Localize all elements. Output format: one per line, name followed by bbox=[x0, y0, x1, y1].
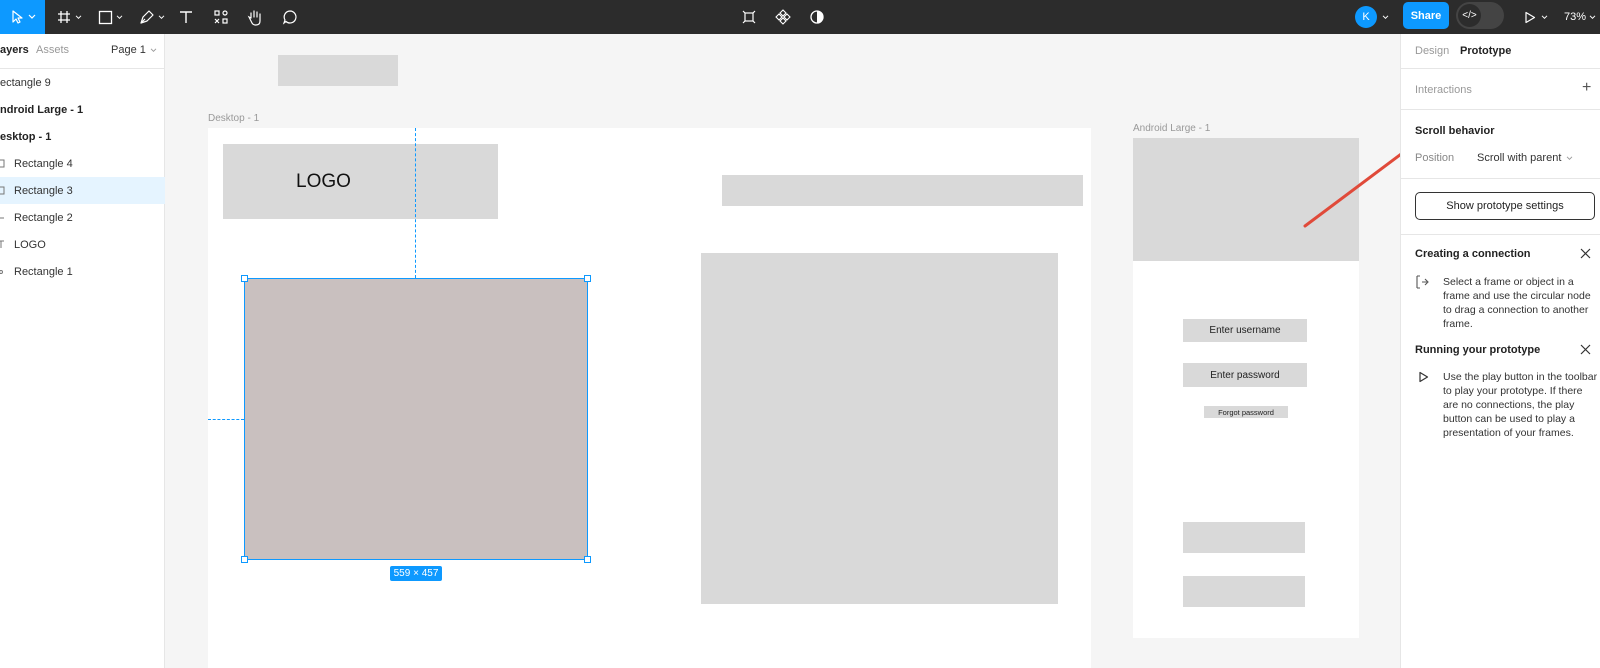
layer-rect-icon bbox=[0, 186, 14, 195]
connection-icon bbox=[1416, 275, 1429, 289]
position-label: Position bbox=[1415, 152, 1455, 164]
frame-icon bbox=[58, 11, 70, 23]
page-label: Page 1 bbox=[111, 44, 146, 56]
creating-connection-body: Select a frame or object in a frame and … bbox=[1443, 276, 1591, 330]
layer-item[interactable]: Rectangle 4 bbox=[0, 150, 165, 177]
layer-label: ndroid Large - 1 bbox=[0, 103, 84, 116]
running-prototype-body: Use the play button in the toolbar to pl… bbox=[1443, 371, 1598, 439]
chevron-down-icon bbox=[158, 14, 165, 19]
divider bbox=[1401, 178, 1600, 179]
component-icon bbox=[775, 9, 791, 25]
layer-label: Rectangle 1 bbox=[14, 265, 73, 278]
chevron-down-icon bbox=[1589, 14, 1596, 19]
layer-text-icon bbox=[0, 240, 14, 249]
show-prototype-settings-button[interactable]: Show prototype settings bbox=[1415, 192, 1595, 220]
close-icon[interactable] bbox=[1580, 344, 1591, 355]
hand-icon bbox=[247, 9, 261, 26]
page-selector[interactable]: Page 1 bbox=[111, 44, 157, 56]
layer-item[interactable]: ndroid Large - 1 bbox=[0, 96, 165, 123]
divider bbox=[1401, 109, 1600, 110]
shape-tool-button[interactable] bbox=[95, 0, 125, 34]
creating-connection-title: Creating a connection bbox=[1415, 248, 1531, 260]
text-icon bbox=[180, 11, 192, 23]
position-value: Scroll with parent bbox=[1477, 152, 1562, 164]
divider bbox=[1401, 68, 1600, 69]
tab-prototype[interactable]: Prototype bbox=[1460, 45, 1511, 57]
chevron-down-icon bbox=[116, 14, 122, 19]
chevron-down-icon bbox=[1541, 14, 1548, 19]
tab-layers[interactable]: ayers bbox=[0, 44, 29, 56]
avatar-menu-caret[interactable] bbox=[1382, 0, 1389, 34]
close-icon[interactable] bbox=[1580, 248, 1591, 259]
tab-assets[interactable]: Assets bbox=[36, 44, 69, 56]
add-interaction-icon[interactable]: + bbox=[1582, 79, 1591, 97]
layer-label: Rectangle 2 bbox=[14, 211, 73, 224]
chevron-down-icon bbox=[28, 14, 35, 19]
layer-item[interactable]: Rectangle 2 bbox=[0, 204, 165, 231]
avatar: K bbox=[1355, 6, 1377, 28]
dev-mode-toggle[interactable]: </> bbox=[1456, 2, 1504, 29]
layer-item[interactable]: ectangle 9 bbox=[0, 69, 165, 96]
pen-icon bbox=[140, 10, 154, 24]
properties-panel: Design Prototype Interactions + Scroll b… bbox=[1400, 34, 1600, 668]
component-button[interactable] bbox=[772, 0, 794, 34]
chevron-down-icon bbox=[150, 48, 157, 52]
components-icon bbox=[214, 10, 228, 24]
running-prototype-title: Running your prototype bbox=[1415, 344, 1541, 356]
zoom-level: 73% bbox=[1563, 11, 1587, 23]
tab-design[interactable]: Design bbox=[1415, 45, 1449, 57]
rectangle-icon bbox=[98, 10, 112, 24]
frame-select-icon bbox=[742, 10, 756, 24]
comment-tool-button[interactable] bbox=[279, 0, 301, 34]
layer-label: ectangle 9 bbox=[0, 76, 51, 89]
layer-label: Rectangle 4 bbox=[14, 157, 73, 170]
annotation-arrow bbox=[1303, 153, 1400, 228]
layer-item[interactable]: esktop - 1 bbox=[0, 123, 165, 150]
contrast-button[interactable] bbox=[806, 0, 828, 34]
chevron-down-icon bbox=[75, 14, 82, 19]
crop-tool-button[interactable] bbox=[738, 0, 760, 34]
contrast-icon bbox=[810, 10, 824, 24]
divider bbox=[1401, 234, 1600, 235]
chevron-down-icon bbox=[1382, 14, 1389, 19]
interactions-label: Interactions bbox=[1415, 84, 1472, 96]
layer-label: Rectangle 3 bbox=[14, 184, 73, 197]
present-button[interactable] bbox=[1521, 0, 1551, 34]
hand-tool-button[interactable] bbox=[244, 0, 266, 34]
layer-item[interactable]: LOGO bbox=[0, 231, 165, 258]
cursor-icon bbox=[11, 10, 23, 24]
layer-item[interactable]: Rectangle 1 bbox=[0, 258, 165, 285]
play-icon bbox=[1525, 11, 1536, 23]
toolbar: K Share </> 73% bbox=[0, 0, 1600, 34]
scroll-behavior-title: Scroll behavior bbox=[1415, 125, 1495, 137]
layers-sidebar: ayers Assets Page 1 ectangle 9 ndroid Lar… bbox=[0, 34, 165, 668]
play-icon bbox=[1419, 371, 1429, 383]
code-icon: </> bbox=[1458, 4, 1481, 27]
move-tool-button[interactable] bbox=[0, 0, 45, 34]
zoom-menu[interactable]: 73% bbox=[1562, 0, 1598, 34]
layer-rect-icon bbox=[0, 159, 14, 168]
chevron-down-icon bbox=[1567, 156, 1573, 160]
canvas[interactable]: Desktop - 1 LOGO 559 × 457 Android Large… bbox=[166, 34, 1400, 668]
text-tool-button[interactable] bbox=[176, 0, 196, 34]
layer-label: LOGO bbox=[14, 238, 46, 251]
layer-line-icon bbox=[0, 213, 14, 222]
frame-tool-button[interactable] bbox=[54, 0, 84, 34]
comment-icon bbox=[282, 10, 297, 25]
layer-label: esktop - 1 bbox=[0, 130, 52, 143]
share-button[interactable]: Share bbox=[1403, 2, 1449, 29]
user-avatar[interactable]: K bbox=[1355, 0, 1377, 34]
pen-tool-button[interactable] bbox=[136, 0, 168, 34]
position-dropdown[interactable]: Scroll with parent bbox=[1477, 152, 1573, 164]
layer-dot-icon bbox=[0, 267, 14, 276]
layer-item[interactable]: Rectangle 3 bbox=[0, 177, 165, 204]
resources-tool-button[interactable] bbox=[211, 0, 231, 34]
